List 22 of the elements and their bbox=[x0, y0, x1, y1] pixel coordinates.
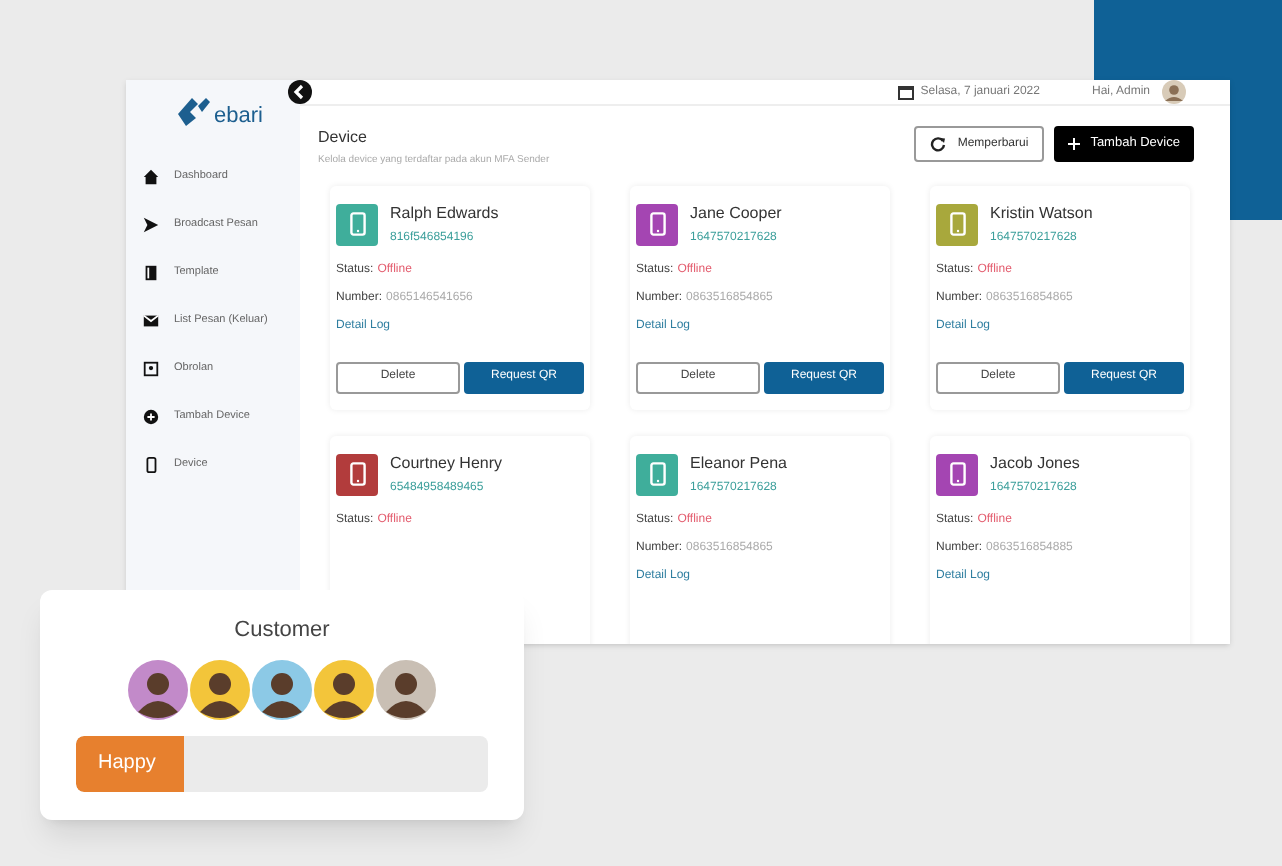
plus-icon bbox=[142, 408, 160, 426]
device-name: Eleanor Pena bbox=[690, 451, 787, 475]
back-icon[interactable] bbox=[288, 80, 312, 104]
device-name: Jane Cooper bbox=[690, 201, 782, 225]
mail-icon bbox=[142, 312, 160, 330]
mood-label: Happy bbox=[98, 750, 156, 778]
home-icon bbox=[142, 168, 160, 186]
card-title: Customer bbox=[234, 616, 330, 646]
refresh-icon bbox=[929, 136, 946, 152]
device-name: Kristin Watson bbox=[990, 201, 1093, 225]
device-name: Ralph Edwards bbox=[390, 201, 499, 225]
device-name: Jacob Jones bbox=[990, 451, 1080, 475]
phone-icon bbox=[142, 456, 160, 474]
plus-icon bbox=[1068, 138, 1081, 150]
logo-text: ebari bbox=[214, 101, 263, 132]
send-icon bbox=[142, 216, 160, 234]
page-title: Device bbox=[318, 126, 369, 150]
user-avatar[interactable] bbox=[1162, 80, 1186, 104]
calendar-icon bbox=[898, 84, 915, 100]
logo-icon bbox=[174, 94, 214, 130]
book-icon bbox=[142, 264, 160, 282]
device-name: Courtney Henry bbox=[390, 451, 503, 475]
